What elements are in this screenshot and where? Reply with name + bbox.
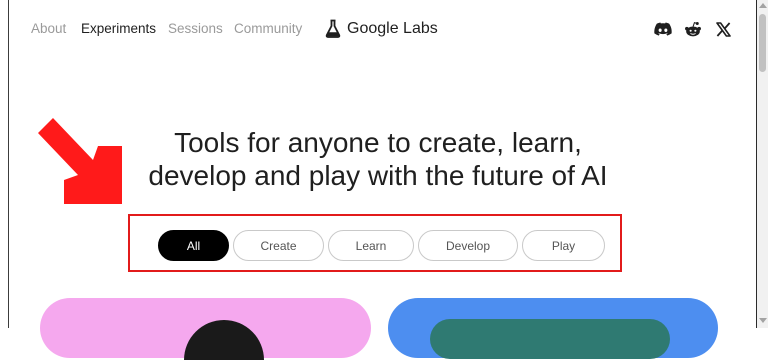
hero-line-2: develop and play with the future of AI xyxy=(148,160,608,191)
filter-chip-develop[interactable]: Develop xyxy=(418,230,518,261)
top-nav: About Experiments Sessions Community xyxy=(31,21,302,36)
filter-chip-play[interactable]: Play xyxy=(522,230,605,261)
x-icon[interactable] xyxy=(714,20,732,38)
scroll-up-icon[interactable] xyxy=(759,3,767,8)
nav-item-sessions[interactable]: Sessions xyxy=(168,21,223,36)
reddit-icon[interactable] xyxy=(684,20,702,38)
brand-name: Google Labs xyxy=(347,19,438,37)
discord-icon[interactable] xyxy=(654,20,672,38)
scrollbar[interactable] xyxy=(756,0,768,328)
google-labs-logo[interactable]: Google Labs xyxy=(325,19,438,38)
filter-chip-learn[interactable]: Learn xyxy=(328,230,414,261)
filter-chips: All Create Learn Develop Play xyxy=(158,230,605,261)
nav-item-community[interactable]: Community xyxy=(234,21,302,36)
experiment-card[interactable] xyxy=(40,298,371,360)
flask-icon xyxy=(325,19,341,38)
card-artwork xyxy=(184,320,264,360)
scrollbar-thumb[interactable] xyxy=(759,14,766,72)
nav-item-about[interactable]: About xyxy=(31,21,67,36)
scroll-down-icon[interactable] xyxy=(759,318,767,323)
social-links xyxy=(654,20,732,38)
experiment-card[interactable] xyxy=(388,298,718,359)
hero-heading: Tools for anyone to create, learn, devel… xyxy=(0,126,756,192)
filter-chip-all[interactable]: All xyxy=(158,230,229,261)
nav-item-experiments[interactable]: Experiments xyxy=(81,21,156,36)
hero-line-1: Tools for anyone to create, learn, xyxy=(174,127,582,158)
filter-chip-create[interactable]: Create xyxy=(233,230,324,261)
card-artwork xyxy=(430,319,670,359)
